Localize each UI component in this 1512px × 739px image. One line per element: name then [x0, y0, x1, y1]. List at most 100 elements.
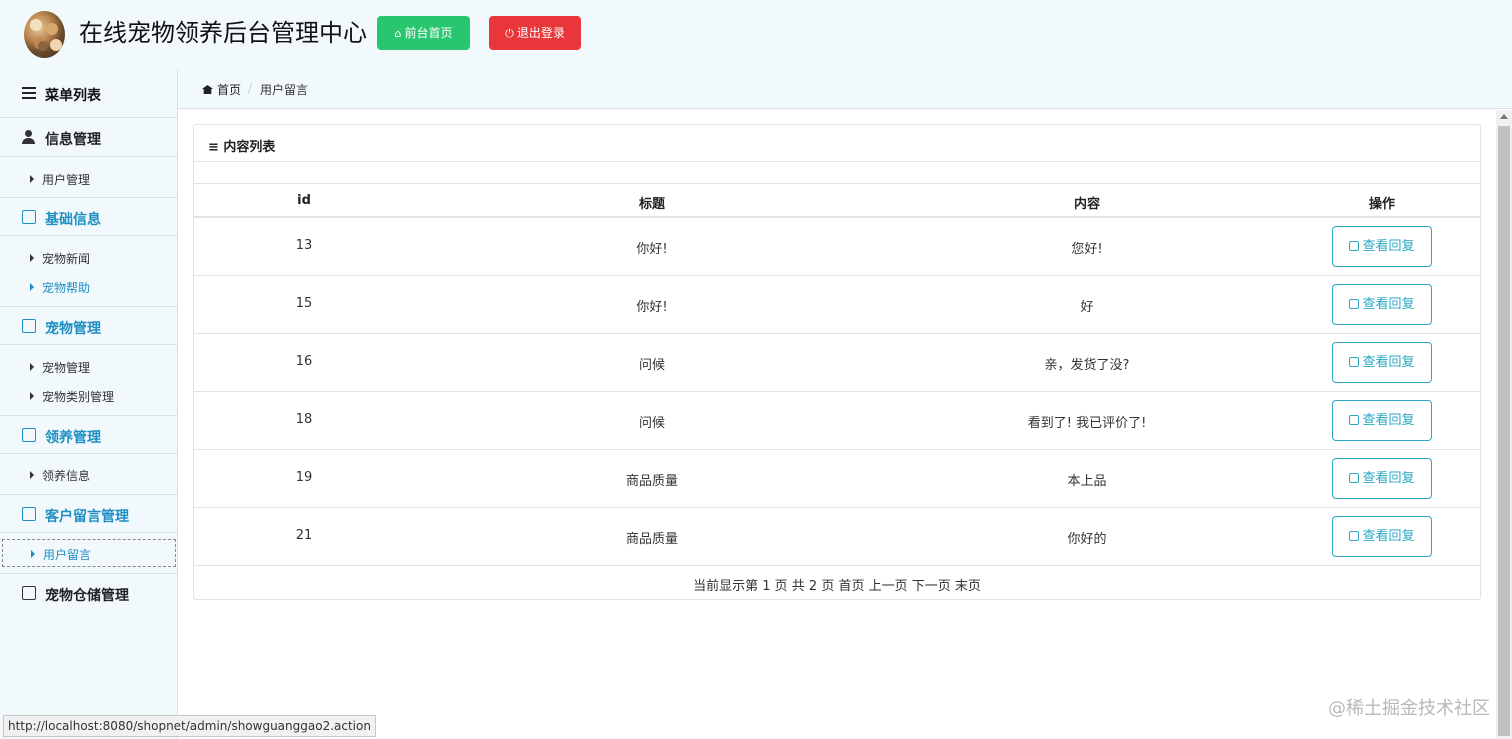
view-reply-button[interactable]: 查看回复 — [1332, 342, 1432, 383]
view-reply-label: 查看回复 — [1362, 413, 1415, 428]
home-icon: ⌂ — [394, 27, 402, 40]
sidebar-group-label: 领养管理 — [45, 430, 101, 446]
sidebar-group-label: 基础信息 — [45, 212, 101, 228]
sidebar-item-pet-news[interactable]: 宠物新闻 — [0, 244, 177, 272]
table-row: 19 商品质量 本上品 查看回复 — [194, 450, 1480, 508]
sidebar-group-storage[interactable]: 宠物仓储管理 — [0, 573, 177, 612]
edit-icon — [1349, 299, 1360, 309]
cell-title: 你好! — [636, 300, 668, 315]
caret-right-icon — [30, 363, 34, 371]
vertical-scrollbar[interactable] — [1496, 110, 1512, 739]
view-reply-label: 查看回复 — [1362, 355, 1415, 370]
view-reply-button[interactable]: 查看回复 — [1332, 458, 1432, 499]
sidebar: 菜单列表 信息管理 用户管理 基础信息 宠物新闻 宠物帮助 宠物管理 宠物管理 … — [0, 70, 178, 739]
sidebar-item-label: 宠物管理 — [42, 361, 91, 375]
power-icon: ⏻ — [505, 27, 514, 40]
sidebar-group-adoption[interactable]: 领养管理 — [0, 415, 177, 454]
sidebar-item-label: 宠物帮助 — [42, 281, 91, 295]
column-header-content: 内容 — [1073, 197, 1100, 212]
edit-icon — [22, 507, 36, 521]
table-row: 18 问候 看到了! 我已评价了! 查看回复 — [194, 392, 1480, 450]
sidebar-item-label: 宠物类别管理 — [42, 390, 115, 404]
edit-icon — [1349, 415, 1360, 425]
view-reply-button[interactable]: 查看回复 — [1332, 284, 1432, 325]
cell-content: 亲，发货了没? — [1044, 358, 1130, 373]
edit-icon — [1349, 531, 1360, 541]
sidebar-group-messages[interactable]: 客户留言管理 — [0, 494, 177, 533]
menu-title: 菜单列表 — [45, 88, 101, 104]
sidebar-item-label: 领养信息 — [42, 469, 91, 483]
breadcrumb-home-label: 首页 — [217, 83, 242, 97]
caret-right-icon — [30, 283, 34, 291]
pagination[interactable]: 当前显示第 1 页 共 2 页 首页 上一页 下一页 末页 — [194, 575, 1480, 594]
view-reply-label: 查看回复 — [1362, 297, 1415, 312]
edit-icon — [22, 319, 36, 333]
cell-id: 16 — [295, 354, 313, 369]
sidebar-item-user-management[interactable]: 用户管理 — [0, 165, 177, 193]
scroll-up-arrow-icon[interactable] — [1500, 114, 1508, 119]
cell-title: 问候 — [638, 416, 665, 431]
user-icon — [22, 130, 36, 144]
front-home-button[interactable]: ⌂ 前台首页 — [377, 16, 470, 50]
table-header: id 标题 内容 操作 — [194, 183, 1480, 218]
view-reply-button[interactable]: 查看回复 — [1332, 516, 1432, 557]
panel-title: ≡ 内容列表 — [208, 140, 276, 155]
app-title: 在线宠物领养后台管理中心 — [79, 19, 367, 47]
cell-content: 你好的 — [1067, 532, 1107, 547]
cell-id: 15 — [295, 296, 313, 311]
column-header-id: id — [297, 193, 311, 208]
edit-icon — [22, 210, 36, 224]
cell-content: 本上品 — [1067, 474, 1107, 489]
caret-right-icon — [30, 471, 34, 479]
logout-label: 退出登录 — [516, 26, 565, 40]
cell-title: 问候 — [638, 358, 665, 373]
caret-right-icon — [31, 550, 35, 558]
edit-icon — [1349, 357, 1360, 367]
logout-button[interactable]: ⏻ 退出登录 — [489, 16, 581, 50]
sidebar-item-label: 用户管理 — [42, 173, 91, 187]
sidebar-group-label: 信息管理 — [45, 132, 101, 148]
sidebar-item-label: 用户留言 — [43, 548, 92, 562]
sidebar-item-label: 宠物新闻 — [42, 252, 91, 266]
sidebar-item-pet-category[interactable]: 宠物类别管理 — [0, 382, 177, 410]
edit-icon — [22, 428, 36, 442]
home-icon — [202, 85, 213, 94]
column-header-action: 操作 — [1368, 197, 1395, 212]
edit-icon — [1349, 241, 1360, 251]
panel-header: ≡ 内容列表 — [194, 125, 1480, 162]
breadcrumb-home[interactable]: 首页 — [202, 81, 241, 98]
view-reply-button[interactable]: 查看回复 — [1332, 400, 1432, 441]
sidebar-item-pet-management[interactable]: 宠物管理 — [0, 353, 177, 381]
breadcrumb: 首页 / 用户留言 — [178, 70, 1512, 109]
sidebar-group-label: 宠物管理 — [45, 321, 101, 337]
breadcrumb-separator: / — [248, 81, 253, 95]
scrollbar-thumb[interactable] — [1498, 126, 1510, 736]
logo — [24, 11, 65, 58]
caret-right-icon — [30, 175, 34, 183]
table-row: 21 商品质量 你好的 查看回复 — [194, 508, 1480, 566]
sidebar-group-basic[interactable]: 基础信息 — [0, 197, 177, 236]
list-icon — [22, 87, 36, 99]
sidebar-item-user-messages[interactable]: 用户留言 — [2, 539, 176, 567]
cell-content: 看到了! 我已评价了! — [1027, 416, 1147, 431]
cell-id: 21 — [295, 528, 313, 543]
menu-header: 菜单列表 — [0, 70, 177, 118]
sidebar-group-info[interactable]: 信息管理 — [0, 118, 177, 157]
status-bar-url: http://localhost:8080/shopnet/admin/show… — [3, 715, 376, 737]
sidebar-group-label: 客户留言管理 — [45, 509, 129, 525]
cell-title: 你好! — [636, 242, 668, 257]
table-row: 13 你好! 您好! 查看回复 — [194, 218, 1480, 276]
edit-icon — [22, 586, 36, 600]
sidebar-item-pet-help[interactable]: 宠物帮助 — [0, 273, 177, 301]
cell-content: 您好! — [1071, 242, 1103, 257]
edit-icon — [1349, 473, 1360, 483]
watermark: @稀土掘金技术社区 — [1328, 698, 1490, 719]
sidebar-item-adoption-info[interactable]: 领养信息 — [0, 461, 177, 489]
sidebar-group-pets[interactable]: 宠物管理 — [0, 306, 177, 345]
view-reply-label: 查看回复 — [1362, 239, 1415, 254]
view-reply-label: 查看回复 — [1362, 471, 1415, 486]
view-reply-button[interactable]: 查看回复 — [1332, 226, 1432, 267]
caret-right-icon — [30, 392, 34, 400]
table-row: 15 你好! 好 查看回复 — [194, 276, 1480, 334]
cell-title: 商品质量 — [625, 532, 678, 547]
